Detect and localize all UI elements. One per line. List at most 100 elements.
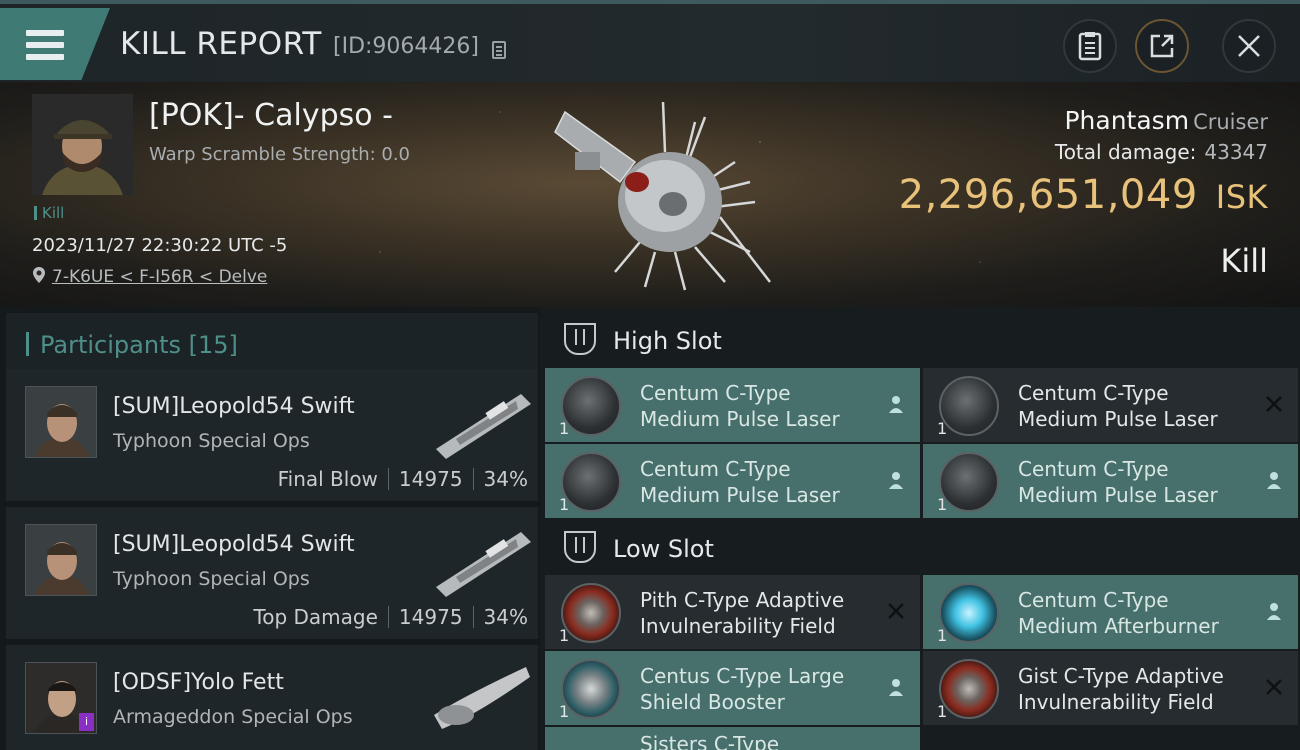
module-item[interactable]: 1 Pith C-Type Adaptive Invulnerability Fi… bbox=[545, 575, 920, 649]
pilot-avatar bbox=[26, 387, 96, 457]
participant-card[interactable]: [SUM]Leopold54 Swift Typhoon Special Ops… bbox=[6, 369, 538, 501]
low-slot-title: Low Slot bbox=[613, 535, 714, 563]
participant-name: [SUM]Leopold54 Swift bbox=[113, 394, 355, 419]
participants-title: Participants [15] bbox=[40, 331, 238, 359]
participant-card[interactable]: [SUM]Leopold54 Swift Typhoon Special Ops… bbox=[6, 507, 538, 639]
hamburger-icon bbox=[26, 30, 64, 60]
top-bar: KILL REPORT [ID:9064426] bbox=[0, 0, 1300, 82]
page-title: KILL REPORT bbox=[120, 26, 322, 62]
module-name: Centum C-Type Medium Pulse Laser bbox=[1018, 380, 1258, 432]
copy-icon[interactable] bbox=[492, 41, 506, 59]
module-item[interactable]: 1 Centum C-Type Medium Pulse Laser bbox=[545, 444, 920, 518]
participant-name: [ODSF]Yolo Fett bbox=[113, 670, 284, 695]
participant-percent: 34% bbox=[483, 467, 528, 491]
module-quantity: 1 bbox=[559, 495, 570, 514]
participant-percent: 34% bbox=[483, 605, 528, 629]
module-icon bbox=[561, 452, 621, 512]
victim-portrait[interactable] bbox=[32, 94, 133, 195]
module-item[interactable]: 1 Centum C-Type Medium Pulse Laser bbox=[923, 368, 1298, 442]
participants-header: Participants [15] bbox=[6, 313, 538, 371]
module-item[interactable]: 1 Gist C-Type Adaptive Invulnerability Fi… bbox=[923, 651, 1298, 725]
victim-ship-image bbox=[554, 101, 771, 291]
slot-icon bbox=[564, 323, 596, 355]
participant-stats: Top Damage 14975 34% bbox=[253, 605, 528, 629]
module-name-line2: Medium Afterburner bbox=[1018, 614, 1219, 638]
module-name-line2: Invulnerability Field bbox=[640, 614, 836, 638]
module-name-partial: Sisters C-Type bbox=[640, 732, 780, 750]
warp-scramble-strength: Warp Scramble Strength: 0.0 bbox=[149, 144, 411, 165]
close-button[interactable] bbox=[1222, 19, 1276, 73]
ship-name: Phantasm bbox=[1064, 106, 1190, 135]
participant-ship: Typhoon Special Ops bbox=[113, 430, 310, 452]
share-button[interactable] bbox=[1135, 19, 1189, 73]
kill-datetime: 2023/11/27 22:30:22 UTC -5 bbox=[32, 235, 288, 256]
participant-ship-image bbox=[436, 532, 531, 597]
avatar[interactable]: i bbox=[25, 662, 97, 734]
module-icon bbox=[561, 376, 621, 436]
module-item[interactable]: 1 Centum C-Type Medium Pulse Laser bbox=[923, 444, 1298, 518]
module-name-line1: Pith C-Type Adaptive bbox=[640, 588, 845, 612]
divider bbox=[387, 468, 389, 490]
fitting-panel: High Slot 1 Centum C-Type Medium Pulse La… bbox=[540, 307, 1300, 750]
module-name-line2: Shield Booster bbox=[640, 690, 785, 714]
person-icon bbox=[889, 679, 903, 696]
total-damage: Total damage: 43347 bbox=[1055, 140, 1268, 164]
person-icon bbox=[889, 472, 903, 489]
notes-button[interactable] bbox=[1063, 19, 1117, 73]
module-name-line1: Centum C-Type bbox=[640, 381, 791, 405]
module-quantity: 1 bbox=[559, 626, 570, 645]
participant-ship: Armageddon Special Ops bbox=[113, 706, 353, 728]
module-icon bbox=[561, 583, 621, 643]
module-name-line1: Centum C-Type bbox=[1018, 457, 1169, 481]
participant-damage: 14975 bbox=[398, 605, 463, 629]
victim-name[interactable]: [POK]- Calypso - bbox=[149, 98, 393, 133]
module-quantity: 1 bbox=[559, 702, 570, 721]
module-name-line2: Medium Pulse Laser bbox=[1018, 407, 1218, 431]
module-name: Centum C-Type Medium Pulse Laser bbox=[640, 380, 880, 432]
kill-location[interactable]: 7-K6UE < F-I56R < Delve bbox=[32, 266, 267, 287]
header-accent bbox=[26, 332, 29, 356]
divider bbox=[387, 606, 389, 628]
participant-damage: 14975 bbox=[398, 467, 463, 491]
module-item[interactable]: 1 Centum C-Type Medium Pulse Laser bbox=[545, 368, 920, 442]
person-icon bbox=[889, 396, 903, 413]
module-icon bbox=[561, 659, 621, 719]
module-item[interactable]: 1 Centus C-Type Large Shield Booster bbox=[545, 651, 920, 725]
divider bbox=[472, 606, 474, 628]
avatar[interactable] bbox=[25, 386, 97, 458]
module-name: Centum C-Type Medium Pulse Laser bbox=[640, 456, 880, 508]
module-item[interactable]: 1 Centum C-Type Medium Afterburner bbox=[923, 575, 1298, 649]
slot-icon bbox=[564, 531, 596, 563]
x-icon bbox=[1266, 679, 1282, 695]
location-link[interactable]: 7-K6UE < F-I56R < Delve bbox=[52, 267, 267, 287]
module-name: Centus C-Type Large Shield Booster bbox=[640, 663, 880, 715]
person-icon bbox=[1267, 603, 1281, 620]
clipboard-icon bbox=[1078, 32, 1102, 61]
module-name: Centum C-Type Medium Afterburner bbox=[1018, 587, 1258, 639]
module-name-line1: Centum C-Type bbox=[1018, 588, 1169, 612]
pilot-avatar bbox=[32, 94, 133, 195]
isk-amount: 2,296,651,049 bbox=[898, 172, 1198, 218]
avatar[interactable] bbox=[25, 524, 97, 596]
module-name: Gist C-Type Adaptive Invulnerability Fiel… bbox=[1018, 663, 1258, 715]
victim-ship[interactable]: Phantasm Cruiser bbox=[1064, 106, 1268, 135]
module-item[interactable]: Sisters C-Type bbox=[545, 727, 920, 750]
module-quantity: 1 bbox=[937, 495, 948, 514]
module-quantity: 1 bbox=[937, 419, 948, 438]
kill-tag: Kill bbox=[34, 204, 64, 222]
participant-role: Top Damage bbox=[253, 605, 378, 629]
badge-icon: i bbox=[79, 713, 94, 731]
module-name-line2: Medium Pulse Laser bbox=[1018, 483, 1218, 507]
participant-ship-image bbox=[436, 394, 531, 459]
isk-value: 2,296,651,049 ISK bbox=[899, 172, 1268, 218]
participants-panel: Participants [15] [SUM]Leopold54 Swift T… bbox=[0, 307, 540, 750]
high-slot-header: High Slot bbox=[540, 309, 1300, 371]
high-slot-title: High Slot bbox=[613, 327, 722, 355]
report-id: [ID:9064426] bbox=[333, 34, 479, 59]
module-icon bbox=[939, 452, 999, 512]
module-quantity: 1 bbox=[559, 419, 570, 438]
result-label: Kill bbox=[1220, 242, 1268, 280]
menu-button[interactable] bbox=[0, 8, 110, 80]
participant-card[interactable]: i [ODSF]Yolo Fett Armageddon Special Ops bbox=[6, 645, 538, 750]
person-icon bbox=[1267, 472, 1281, 489]
